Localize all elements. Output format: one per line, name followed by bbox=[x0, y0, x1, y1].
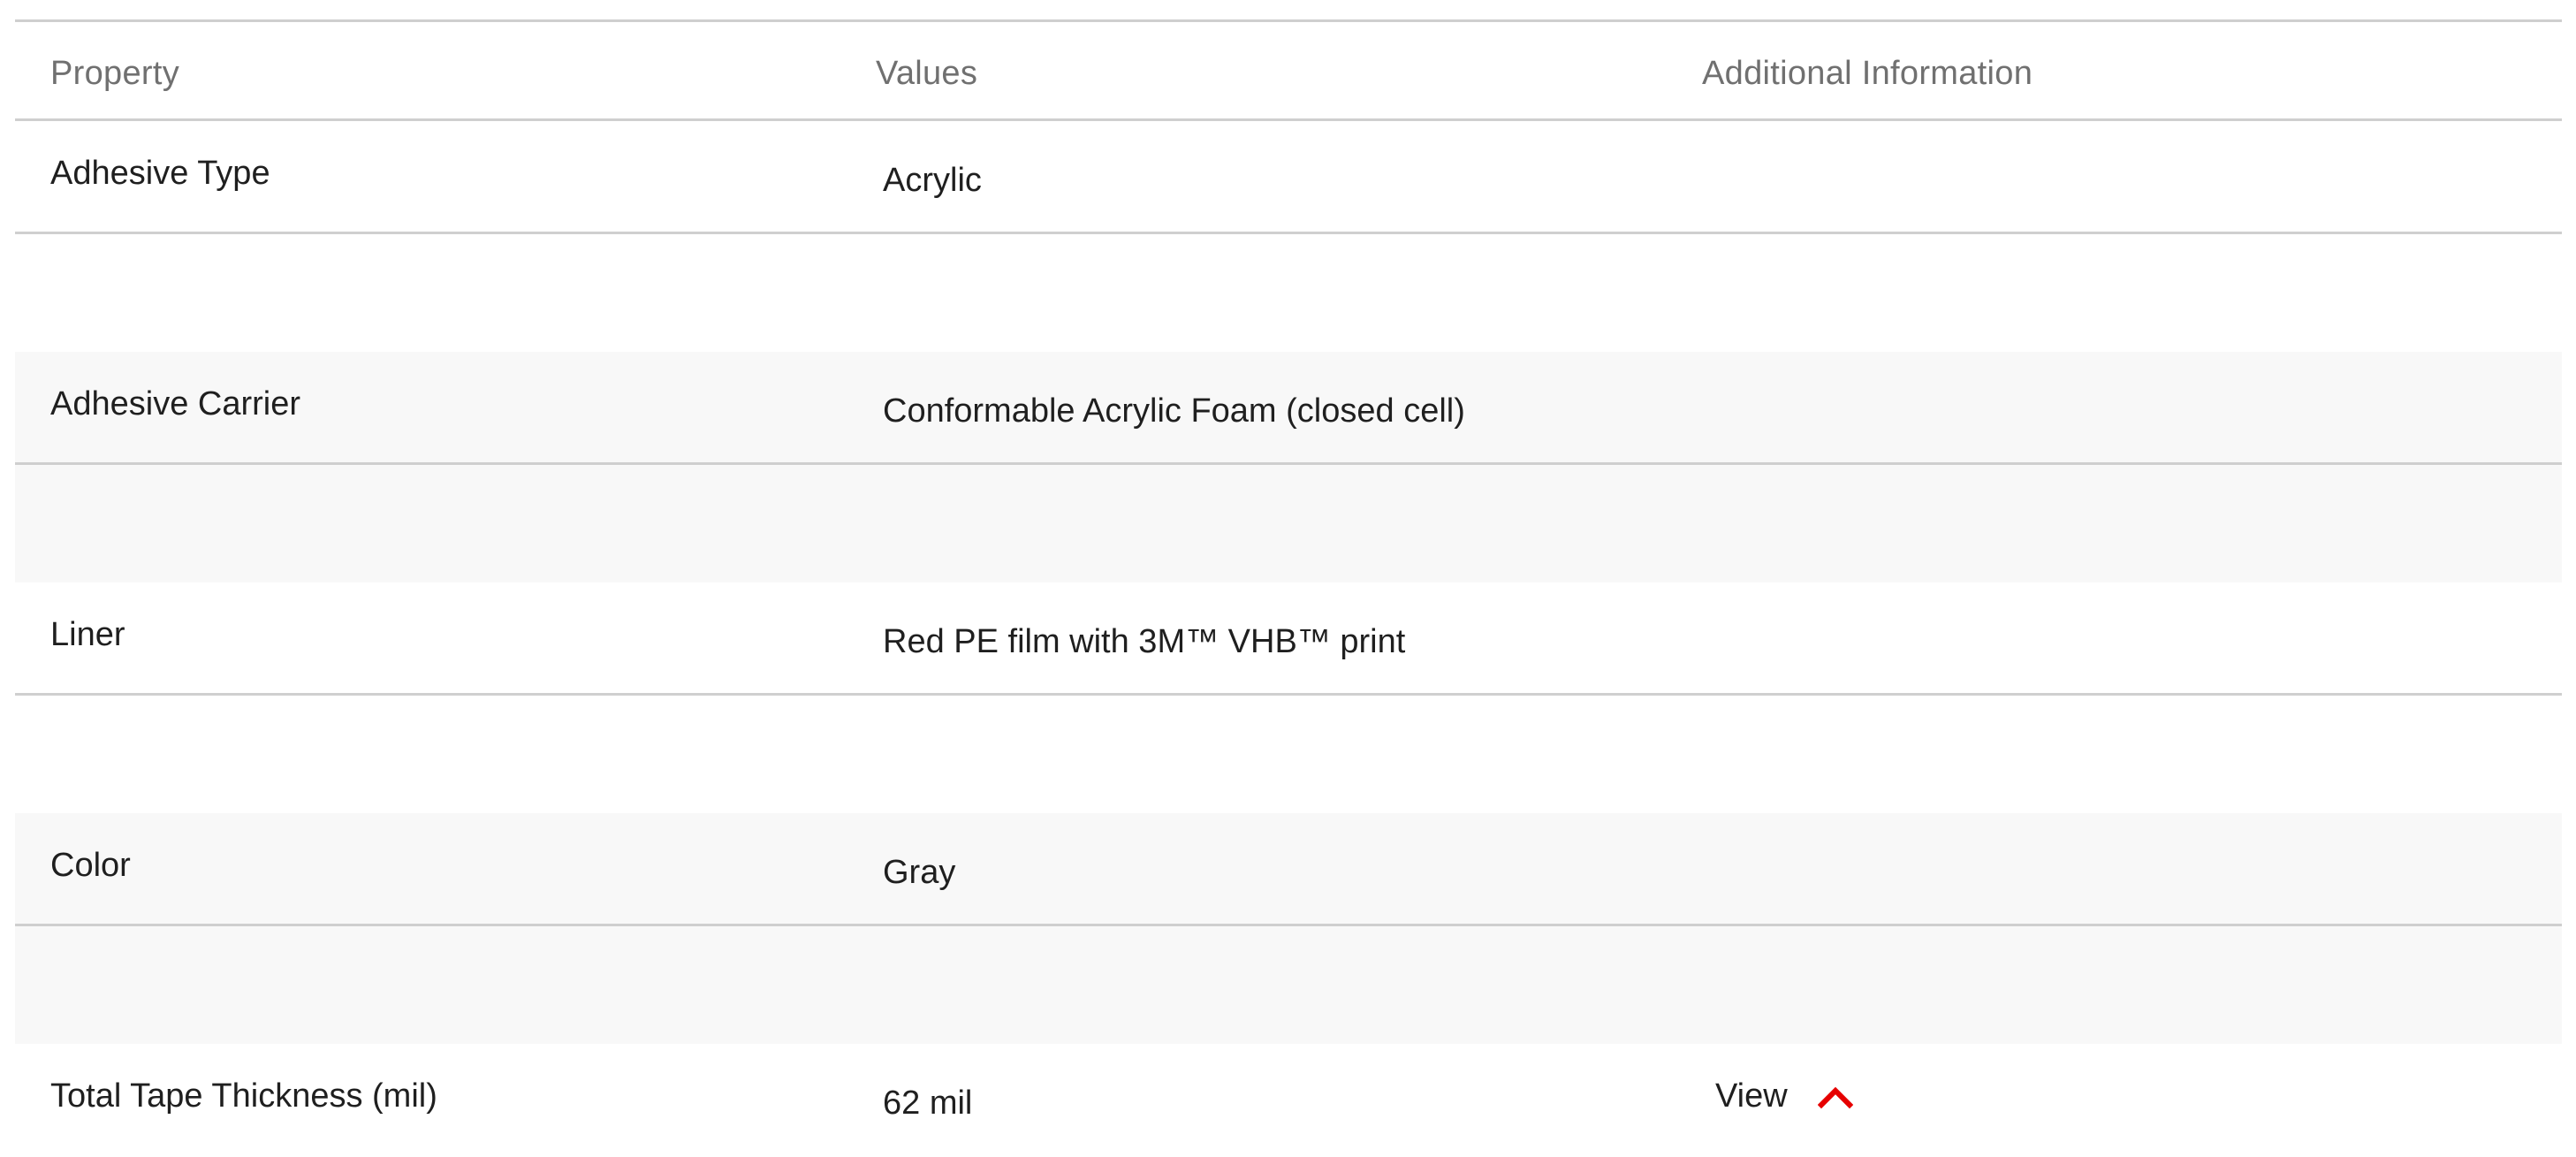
value-cell: Gray bbox=[883, 854, 956, 891]
row-spacer bbox=[15, 465, 2562, 582]
table-row: Liner Red PE film with 3M™ VHB™ print bbox=[15, 582, 2562, 696]
table-header: Property Values Additional Information bbox=[15, 22, 2562, 121]
row-spacer bbox=[15, 926, 2562, 1044]
value-cell: Acrylic bbox=[883, 162, 982, 199]
table-row: Total Tape Thickness (mil) 62 mil View bbox=[15, 1044, 2562, 1157]
property-cell: Liner bbox=[50, 616, 125, 653]
properties-table: Property Values Additional Information A… bbox=[15, 0, 2562, 1141]
chevron-up-icon bbox=[1817, 1086, 1853, 1108]
view-toggle-button[interactable]: View bbox=[1715, 1077, 1853, 1115]
header-property: Property bbox=[50, 55, 180, 92]
property-cell: Total Tape Thickness (mil) bbox=[50, 1077, 437, 1115]
table-row: Color Gray bbox=[15, 813, 2562, 926]
table-row: Adhesive Type Acrylic bbox=[15, 121, 2562, 234]
view-label: View bbox=[1715, 1077, 1788, 1115]
row-spacer bbox=[15, 234, 2562, 352]
value-cell: 62 mil bbox=[883, 1085, 973, 1122]
property-cell: Adhesive Carrier bbox=[50, 385, 300, 422]
row-spacer bbox=[15, 696, 2562, 813]
value-cell: Red PE film with 3M™ VHB™ print bbox=[883, 623, 1406, 660]
value-cell: Conformable Acrylic Foam (closed cell) bbox=[883, 392, 1465, 430]
header-values: Values bbox=[876, 55, 978, 92]
table-row: Adhesive Carrier Conformable Acrylic Foa… bbox=[15, 352, 2562, 465]
property-cell: Color bbox=[50, 847, 131, 884]
header-additional-information: Additional Information bbox=[1702, 55, 2033, 92]
property-cell: Adhesive Type bbox=[50, 155, 270, 192]
